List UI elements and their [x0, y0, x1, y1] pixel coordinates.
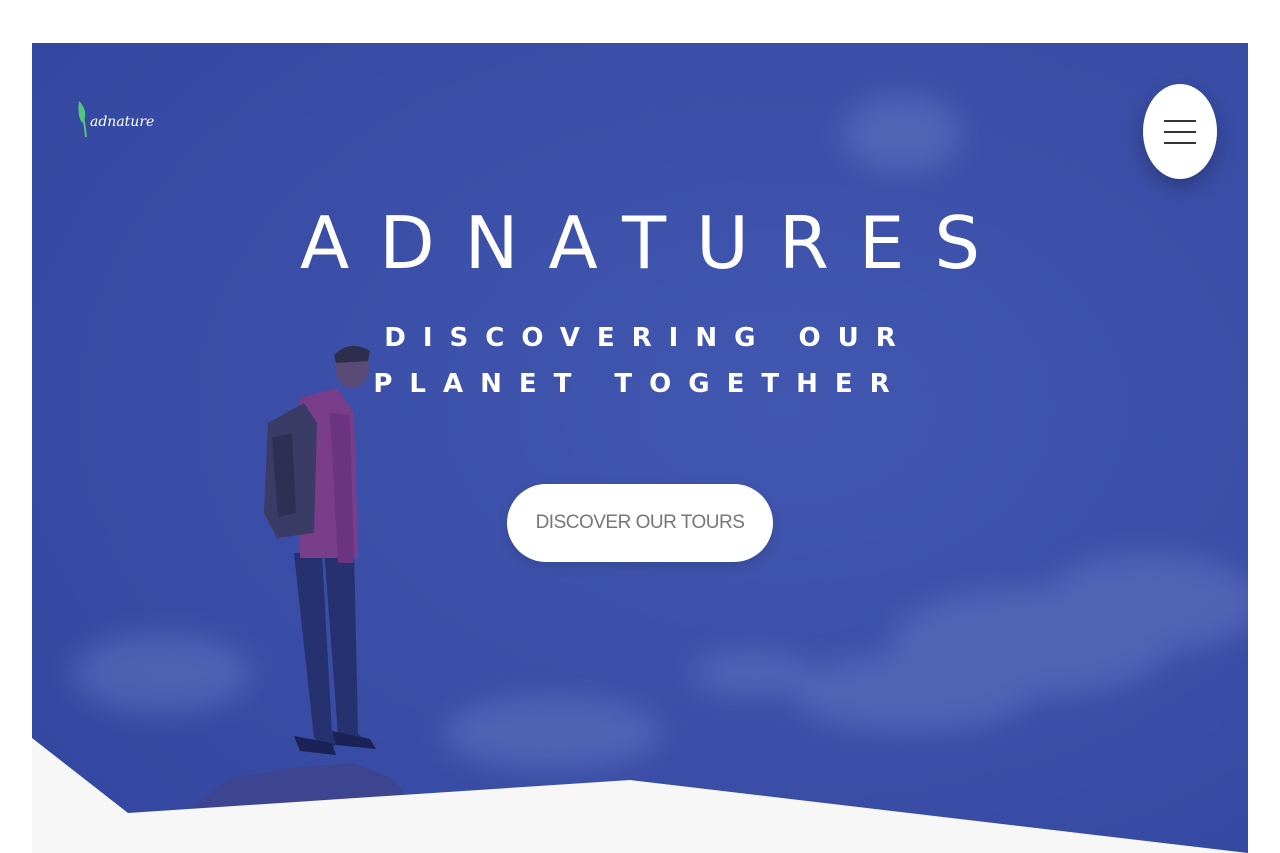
logo[interactable]: adnature	[76, 99, 154, 139]
hamburger-menu-icon	[1164, 119, 1196, 144]
hero-title: ADNATURES	[299, 201, 1011, 285]
hero-background-image	[32, 43, 1248, 853]
hero-subtitle: DISCOVERING OUR PLANET TOGETHER	[373, 323, 913, 399]
discover-tours-button[interactable]: DISCOVER OUR TOURS	[507, 484, 773, 562]
logo-text: adnature	[90, 114, 155, 130]
menu-button[interactable]	[1143, 84, 1217, 179]
landing-page: adnature ADNATURES DISCOVERING OUR PLANE…	[0, 0, 1280, 853]
hero-section: adnature ADNATURES DISCOVERING OUR PLANE…	[32, 43, 1248, 853]
